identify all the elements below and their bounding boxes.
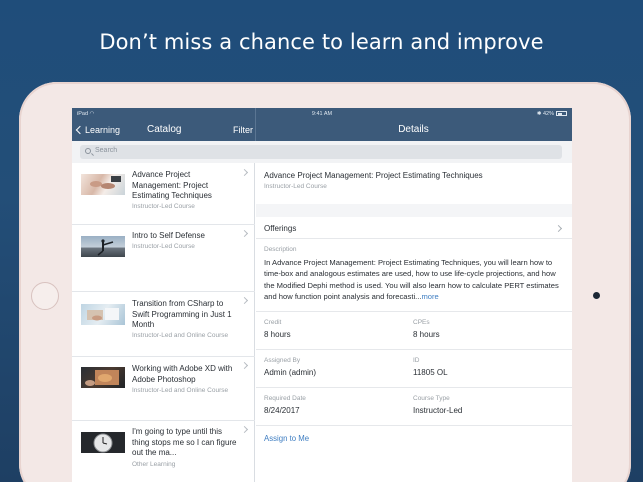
item-subtitle: Instructor-Led Course: [132, 203, 195, 210]
filter-button[interactable]: Filter: [233, 125, 253, 135]
credit-field: Credit 8 hours: [264, 319, 291, 339]
course-type-label: Course Type: [413, 395, 450, 402]
headline: Don’t miss a chance to learn and improve: [99, 30, 544, 54]
chevron-right-icon: [554, 224, 563, 233]
required-date-field: Required Date 8/24/2017: [264, 395, 306, 415]
chevron-right-icon: [240, 168, 249, 177]
search-placeholder: Search: [95, 147, 118, 154]
bluetooth-icon: ✱: [536, 111, 542, 117]
chevron-left-icon: [75, 125, 85, 135]
description-text: In Advance Project Management: Project E…: [264, 257, 567, 302]
date-row: Required Date 8/24/2017 Course Type Inst…: [256, 387, 572, 425]
more-link[interactable]: more: [421, 292, 438, 301]
item-title: Intro to Self Defense: [132, 231, 205, 240]
home-button[interactable]: [31, 282, 59, 310]
search-icon: [85, 148, 91, 154]
assigned-by-value: Admin (admin): [264, 368, 317, 377]
details-title: Details: [398, 124, 429, 135]
battery-icon: [556, 111, 567, 117]
navbar: iPad ◠ 9:41 AM ✱ 42% Learning Catalog Fi…: [72, 108, 572, 141]
cpes-value: 8 hours: [413, 330, 440, 339]
course-thumbnail: [81, 304, 125, 325]
list-item[interactable]: I'm going to type until this thing stops…: [72, 421, 255, 482]
credit-row: Credit 8 hours CPEs 8 hours: [256, 311, 572, 349]
detail-header: Advance Project Management: Project Esti…: [256, 163, 572, 204]
item-subtitle: Instructor-Led and Online Course: [132, 332, 229, 339]
list-item[interactable]: Advance Project Management: Project Esti…: [72, 163, 255, 225]
status-right: ✱ 42%: [537, 111, 567, 117]
item-title: Advance Project Management: Project Esti…: [132, 170, 212, 200]
search-bar: Search: [72, 141, 572, 163]
id-label: ID: [413, 357, 420, 364]
item-title: Transition from CSharp to Swift Programm…: [132, 299, 232, 329]
credit-value: 8 hours: [264, 330, 291, 339]
course-thumbnail: [81, 174, 125, 195]
list-item[interactable]: Working with Adobe XD with Adobe Photosh…: [72, 357, 255, 421]
detail-pane: Advance Project Management: Project Esti…: [256, 163, 572, 482]
item-title: Working with Adobe XD with Adobe Photosh…: [132, 364, 233, 384]
course-type-value: Instructor-Led: [413, 406, 463, 415]
assigned-by-label: Assigned By: [264, 357, 301, 364]
item-subtitle: Instructor-Led Course: [132, 243, 195, 250]
chevron-right-icon: [240, 229, 249, 238]
offerings-row[interactable]: Offerings: [256, 217, 572, 239]
course-type-field: Course Type Instructor-Led: [413, 395, 462, 415]
catalog-list: Advance Project Management: Project Esti…: [72, 163, 255, 482]
status-time: 9:41 AM: [311, 111, 333, 117]
description-label: Description: [264, 246, 297, 253]
chevron-right-icon: [240, 425, 249, 434]
assign-row: Assign to Me: [256, 425, 572, 482]
course-thumbnail: [81, 367, 125, 388]
required-date-value: 8/24/2017: [264, 406, 300, 415]
status-bar: iPad ◠ 9:41 AM ✱ 42%: [72, 110, 572, 120]
item-subtitle: Instructor-Led and Online Course: [132, 387, 229, 394]
back-button[interactable]: Learning: [75, 125, 121, 135]
detail-type: Instructor-Led Course: [264, 183, 327, 190]
cpes-label: CPEs: [413, 319, 430, 326]
assign-to-me-button[interactable]: Assign to Me: [264, 434, 309, 443]
credit-label: Credit: [264, 319, 282, 326]
chevron-right-icon: [240, 361, 249, 370]
app-screen: iPad ◠ 9:41 AM ✱ 42% Learning Catalog Fi…: [72, 108, 572, 482]
course-thumbnail: [81, 236, 125, 257]
assigned-row: Assigned By Admin (admin) ID 11805 OL: [256, 349, 572, 387]
detail-body: Description In Advance Project Managemen…: [256, 239, 572, 482]
battery-percent: 42%: [542, 111, 554, 117]
course-thumbnail: [81, 432, 125, 453]
camera: [593, 292, 600, 299]
description-body: In Advance Project Management: Project E…: [264, 258, 559, 301]
cpes-field: CPEs 8 hours: [413, 319, 440, 339]
list-item[interactable]: Intro to Self Defense Instructor-Led Cou…: [72, 225, 255, 292]
list-item[interactable]: Transition from CSharp to Swift Programm…: [72, 292, 255, 357]
search-input[interactable]: Search: [80, 145, 562, 159]
item-subtitle: Other Learning: [132, 461, 176, 468]
back-label: Learning: [85, 125, 121, 135]
assigned-by-field: Assigned By Admin (admin): [264, 357, 316, 377]
detail-title: Advance Project Management: Project Esti…: [264, 171, 483, 180]
id-value: 11805 OL: [413, 368, 448, 377]
offerings-label: Offerings: [264, 224, 297, 233]
required-date-label: Required Date: [264, 395, 306, 402]
catalog-title: Catalog: [147, 124, 182, 135]
id-field: ID 11805 OL: [413, 357, 448, 377]
item-title: I'm going to type until this thing stops…: [132, 427, 237, 457]
chevron-right-icon: [240, 296, 249, 305]
